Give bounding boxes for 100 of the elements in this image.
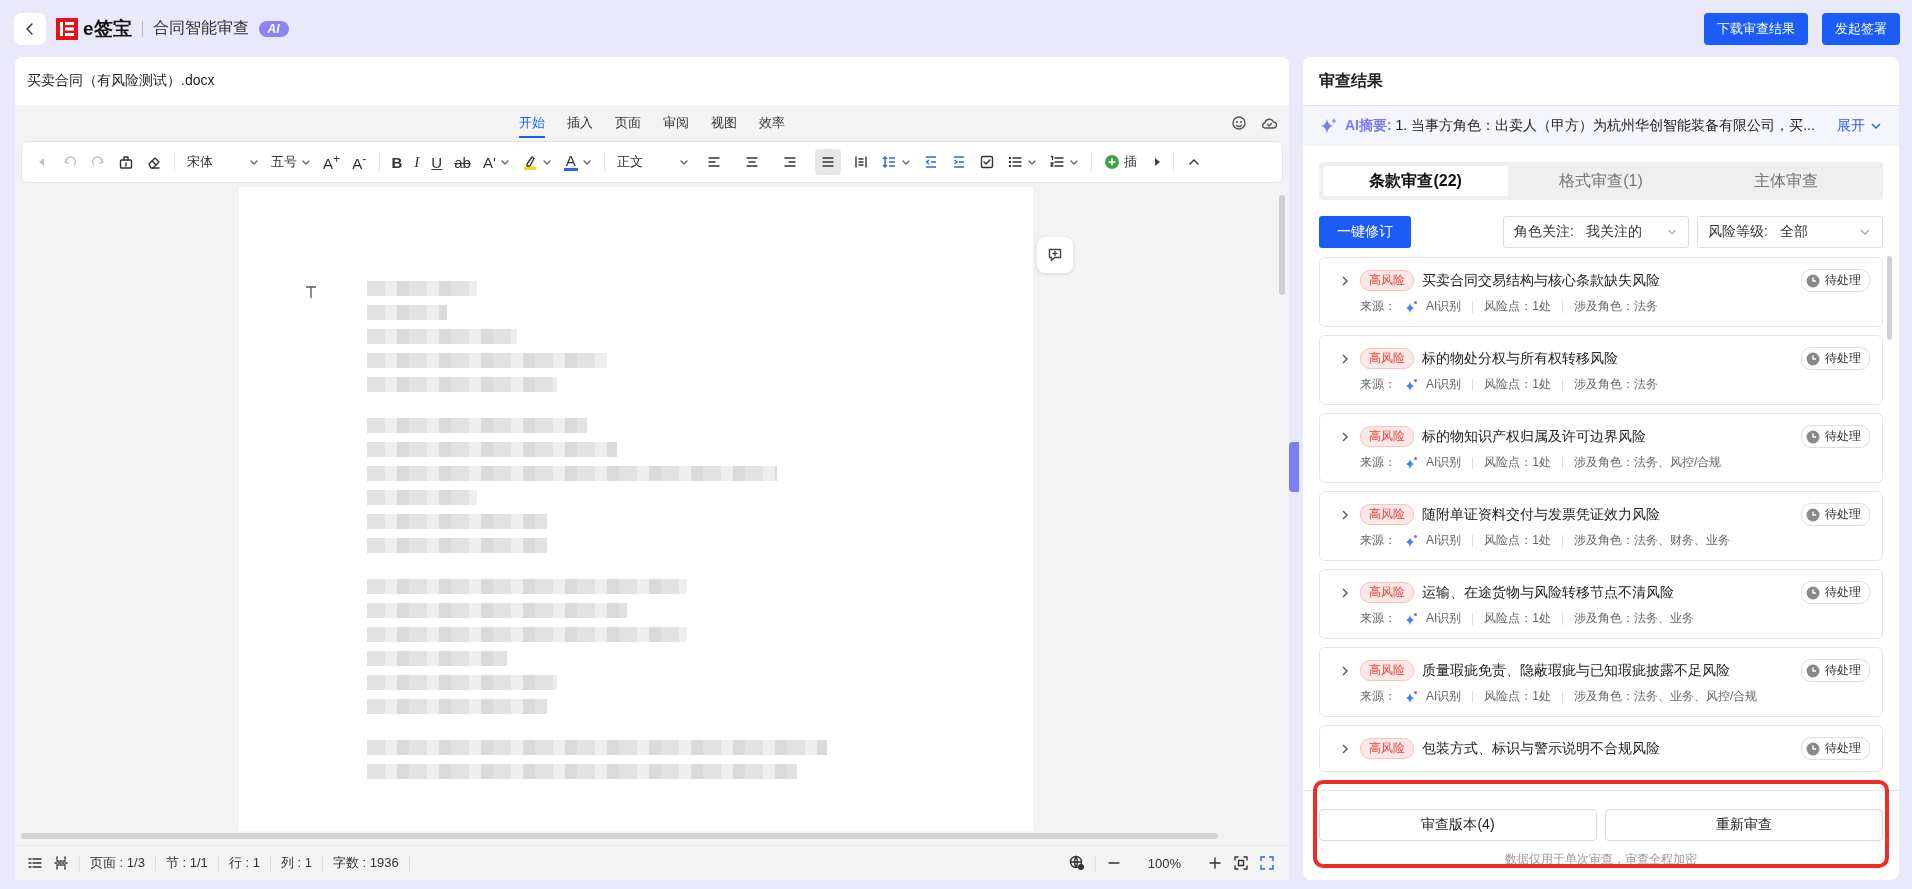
align-right-icon xyxy=(781,154,798,170)
logo-icon xyxy=(56,17,78,40)
ribbon-tab[interactable]: 开始 xyxy=(519,108,545,138)
fix-all-button[interactable]: 一键修订 xyxy=(1319,216,1411,248)
risk-card[interactable]: 高风险 质量瑕疵免责、隐蔽瑕疵与已知瑕疵披露不足风险 待处理 来源： AI识别 风险点：1处 涉及角色：法务、业务、风控/合规 xyxy=(1319,647,1883,717)
status-tag: 待处理 xyxy=(1801,503,1870,526)
risk-title: 买卖合同交易结构与核心条款缺失风险 xyxy=(1422,271,1660,290)
filter-select[interactable]: 角色关注: 我关注的 xyxy=(1503,216,1689,248)
highlight-dropdown[interactable] xyxy=(521,154,552,170)
font-size-step-button[interactable]: A$^{-}$ xyxy=(352,152,367,172)
ribbon-tab[interactable]: 页面 xyxy=(615,108,641,138)
roles-text: 涉及角色：法务、风控/合规 xyxy=(1574,454,1722,471)
review-tab[interactable]: 格式审查(1) xyxy=(1508,166,1694,196)
roles-text: 涉及角色：法务 xyxy=(1574,298,1659,315)
status-text: 列 : 1 xyxy=(280,854,312,872)
ribbon-tab[interactable]: 审阅 xyxy=(663,108,689,138)
zoom-in-icon[interactable] xyxy=(1207,855,1223,871)
resize-handle[interactable] xyxy=(1289,442,1299,492)
expand-button[interactable]: 展开 xyxy=(1837,117,1883,135)
source-label: 来源： xyxy=(1360,298,1396,315)
risk-card[interactable]: 高风险 标的物知识产权归属及许可边界风险 待处理 来源： AI识别 风险点：1处 涉及角色：法务、风控/合规 xyxy=(1319,413,1883,483)
roles-text: 涉及角色：法务、财务、业务 xyxy=(1574,532,1731,549)
filter-select[interactable]: 风险等级: 全部 xyxy=(1697,216,1883,248)
risk-points: 风险点：1处 xyxy=(1484,610,1552,627)
risk-title: 标的物处分权与所有权转移风险 xyxy=(1422,349,1618,368)
ribbon-tab[interactable]: 视图 xyxy=(711,108,737,138)
scrollbar-thumb[interactable] xyxy=(21,833,1218,839)
numbered-list-dropdown[interactable] xyxy=(1048,154,1079,170)
app-title: 合同智能审查 xyxy=(152,18,249,38)
status-tag: 待处理 xyxy=(1801,425,1870,448)
risk-level-tag: 高风险 xyxy=(1360,660,1414,681)
risk-title: 包装方式、标识与警示说明不合规风险 xyxy=(1422,739,1660,758)
bullet-list-icon xyxy=(1006,154,1023,170)
clock-icon xyxy=(1806,429,1820,444)
clock-icon xyxy=(1806,273,1820,288)
source-text: AI识别 xyxy=(1426,298,1462,315)
paragraph-style-dropdown[interactable]: 正文 xyxy=(616,153,689,171)
risk-level-tag: 高风险 xyxy=(1360,738,1414,759)
text-style-button[interactable]: U xyxy=(431,153,443,171)
review-tab[interactable]: 主体审查 xyxy=(1693,166,1879,196)
bullet-list-dropdown[interactable] xyxy=(1006,154,1037,170)
align-button[interactable] xyxy=(814,149,841,175)
scrollbar-thumb[interactable] xyxy=(1887,256,1892,340)
text-style-button[interactable]: B xyxy=(391,153,403,171)
source-label: 来源： xyxy=(1360,454,1396,471)
fit-page-icon[interactable] xyxy=(1233,855,1249,871)
footer-button[interactable]: 审查版本(4) xyxy=(1319,809,1597,841)
text-cursor-icon xyxy=(304,285,317,297)
back-button[interactable] xyxy=(14,12,46,45)
risk-title: 运输、在途货物与风险转移节点不清风险 xyxy=(1422,583,1674,602)
header-button[interactable]: 发起签署 xyxy=(1822,12,1900,45)
risk-card[interactable]: 高风险 运输、在途货物与风险转移节点不清风险 待处理 来源： AI识别 风险点：1处 涉及角色：法务、业务 xyxy=(1319,569,1883,639)
header-button[interactable]: 下载审查结果 xyxy=(1704,12,1808,45)
insert-button[interactable]: 插 xyxy=(1103,153,1137,171)
risk-level-tag: 高风险 xyxy=(1360,426,1414,447)
risk-points: 风险点：1处 xyxy=(1484,298,1552,315)
risk-card[interactable]: 高风险 随附单证资料交付与发票凭证效力风险 待处理 来源： AI识别 风险点：1处 涉及角色：法务、财务、业务 xyxy=(1319,491,1883,561)
font-size-dropdown[interactable]: 五号 xyxy=(271,153,311,171)
footer-note: 数据仅用于单次审查，审查全程加密 xyxy=(1505,851,1697,868)
clock-icon xyxy=(1806,507,1820,522)
font-color-dropdown[interactable]: A xyxy=(563,153,592,171)
footer-button[interactable]: 重新审查 xyxy=(1605,809,1883,841)
text-effect-dropdown[interactable]: A' xyxy=(482,153,510,171)
line-spacing-icon xyxy=(880,154,897,170)
sparkle-icon xyxy=(1404,533,1418,548)
risk-card[interactable]: 高风险 买卖合同交易结构与核心条款缺失风险 待处理 来源： AI识别 风险点：1处 涉及角色：法务 xyxy=(1319,257,1883,327)
risk-title: 标的物知识产权归属及许可边界风险 xyxy=(1422,427,1646,446)
risk-card[interactable]: 高风险 包装方式、标识与警示说明不合规风险 待处理 xyxy=(1319,725,1883,772)
status-tag: 待处理 xyxy=(1801,347,1870,370)
sparkle-icon xyxy=(1404,611,1418,626)
fullscreen-icon[interactable] xyxy=(1259,855,1275,871)
line-spacing-dropdown[interactable] xyxy=(880,154,911,170)
risk-points: 风险点：1处 xyxy=(1484,532,1552,549)
panel-title: 审查结果 xyxy=(1319,70,1383,91)
clock-icon xyxy=(1806,741,1820,756)
status-tag: 待处理 xyxy=(1801,737,1870,760)
risk-title: 质量瑕疵免责、隐蔽瑕疵与已知瑕疵披露不足风险 xyxy=(1422,661,1730,680)
font-size-step-button[interactable]: A$^{+}$ xyxy=(323,152,341,172)
risk-card[interactable]: 高风险 标的物处分权与所有权转移风险 待处理 来源： AI识别 风险点：1处 涉及角色：法务 xyxy=(1319,335,1883,405)
distributed-icon[interactable] xyxy=(852,154,869,170)
ribbon-tab[interactable]: 效率 xyxy=(759,108,785,138)
review-tab[interactable]: 条款审查(22) xyxy=(1323,166,1509,196)
language-icon[interactable] xyxy=(1068,855,1085,871)
risk-points: 风险点：1处 xyxy=(1484,376,1552,393)
add-comment-button[interactable] xyxy=(1037,237,1073,273)
roles-text: 涉及角色：法务、业务、风控/合规 xyxy=(1574,688,1758,705)
align-center-icon xyxy=(743,154,760,170)
font-dropdown[interactable]: 宋体 xyxy=(187,153,259,171)
outline-icon[interactable] xyxy=(27,855,43,871)
comment-plus-icon xyxy=(1047,247,1063,263)
text-style-button[interactable]: ab xyxy=(454,153,471,171)
source-text: AI识别 xyxy=(1426,376,1462,393)
checkbox-icon[interactable] xyxy=(978,154,995,170)
risk-points: 风险点：1处 xyxy=(1484,454,1552,471)
scrollbar-thumb[interactable] xyxy=(1279,195,1285,295)
text-style-button[interactable]: I xyxy=(414,153,420,171)
ribbon-tab[interactable]: 插入 xyxy=(567,108,593,138)
status-tag: 待处理 xyxy=(1801,581,1870,604)
zoom-level: 100% xyxy=(1146,855,1182,871)
status-tag: 待处理 xyxy=(1801,269,1870,292)
